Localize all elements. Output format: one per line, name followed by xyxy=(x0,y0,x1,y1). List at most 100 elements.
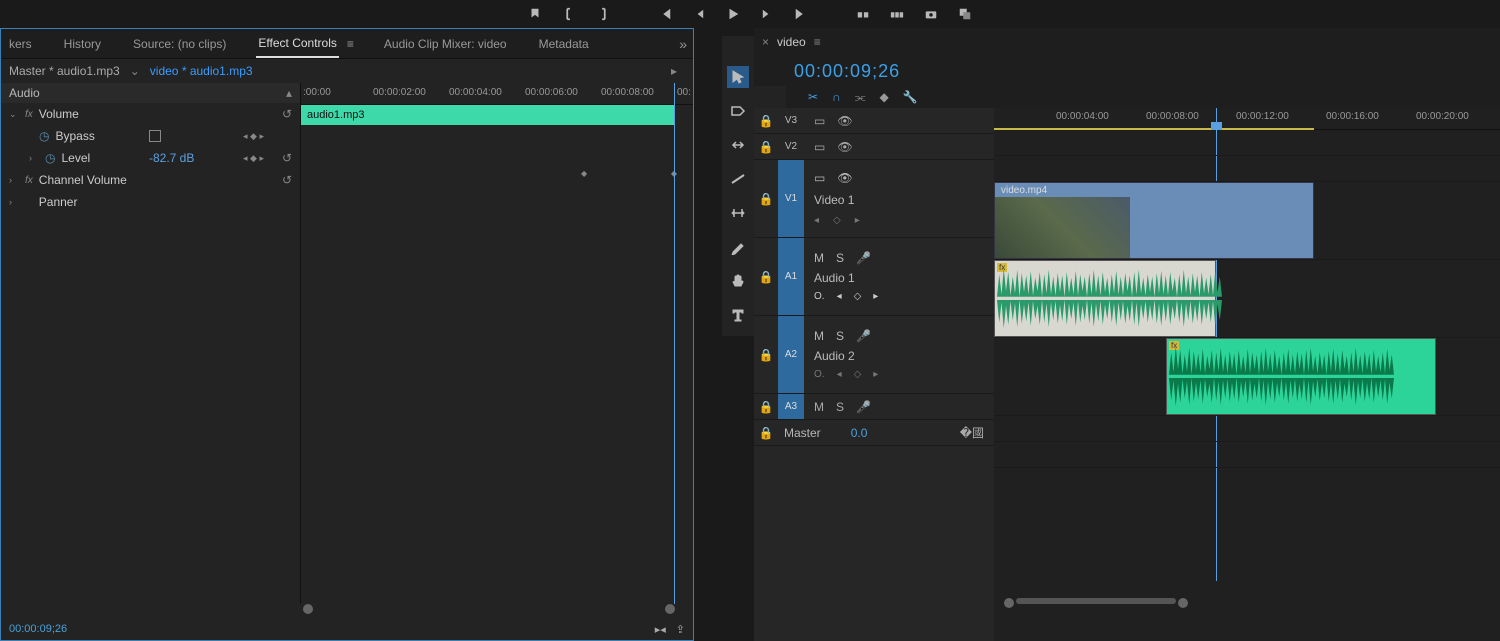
magnet-icon[interactable]: ∩ xyxy=(832,90,841,104)
link-icon[interactable]: ⫘ xyxy=(855,90,866,105)
mic-icon[interactable]: 🎤 xyxy=(856,251,871,265)
zoom-handle-right[interactable] xyxy=(665,604,675,614)
overlay-icon[interactable] xyxy=(957,6,973,22)
selection-tool[interactable] xyxy=(727,66,749,88)
ec-timecode[interactable]: 00:00:09;26 xyxy=(9,623,67,635)
lock-icon[interactable]: 🔒 xyxy=(754,270,778,284)
audio-header[interactable]: Audio ▴ xyxy=(1,83,300,103)
audio-clip-1[interactable]: fx xyxy=(994,260,1216,337)
mute-button[interactable]: M xyxy=(814,400,824,414)
tabs-overflow-icon[interactable]: » xyxy=(679,36,687,52)
collapse-icon[interactable]: ▴ xyxy=(286,86,292,100)
prop-volume[interactable]: ⌄fxVolume ↺ xyxy=(1,103,300,125)
lift-icon[interactable] xyxy=(855,6,871,22)
mic-icon[interactable]: 🎤 xyxy=(856,400,871,414)
close-tab-icon[interactable]: × xyxy=(762,35,769,49)
wrench-icon[interactable]: 🔧 xyxy=(903,90,918,104)
in-bracket-icon[interactable] xyxy=(561,6,577,22)
tab-markers[interactable]: kers xyxy=(7,31,34,57)
eye-icon[interactable]: 👁 xyxy=(837,140,852,154)
reset-icon[interactable]: ↺ xyxy=(282,173,292,187)
lock-icon[interactable]: 🔒 xyxy=(754,426,778,440)
eye-icon[interactable]: 👁 xyxy=(837,171,852,185)
mute-button[interactable]: M xyxy=(814,251,824,265)
tab-metadata[interactable]: Metadata xyxy=(537,31,591,57)
ec-playhead[interactable] xyxy=(674,83,675,604)
toggle-output-icon[interactable]: ▭ xyxy=(814,171,825,185)
master-clip-label[interactable]: Master * audio1.mp3 xyxy=(9,64,120,78)
lock-icon[interactable]: 🔒 xyxy=(754,400,778,414)
track-select-tool[interactable] xyxy=(727,100,749,122)
ripple-tool[interactable] xyxy=(727,134,749,156)
lock-icon[interactable]: 🔒 xyxy=(754,192,778,206)
solo-button[interactable]: S xyxy=(836,400,844,414)
video-clip[interactable]: video.mp4 xyxy=(994,182,1314,259)
tab-source[interactable]: Source: (no clips) xyxy=(131,31,228,57)
track-master[interactable]: 🔒 Master 0.0 �國 xyxy=(754,420,994,446)
prop-level[interactable]: ›◷Level -82.7 dB ◂ ◆ ▸ ↺ xyxy=(1,147,300,169)
tab-menu-icon[interactable]: ≡ xyxy=(347,37,354,51)
step-back-icon[interactable] xyxy=(691,6,707,22)
go-to-out-icon[interactable] xyxy=(793,6,809,22)
play-icon[interactable] xyxy=(725,6,741,22)
prop-bypass[interactable]: ◷Bypass ◂ ◆ ▸ xyxy=(1,125,300,147)
tab-effect-controls[interactable]: Effect Controls xyxy=(256,30,338,58)
track-v3[interactable]: 🔒 V3 ▭👁 xyxy=(754,108,994,134)
play-only-icon[interactable]: ▸ xyxy=(671,64,677,78)
solo-button[interactable]: S xyxy=(836,329,844,343)
lock-icon[interactable]: 🔒 xyxy=(754,348,778,362)
mute-button[interactable]: M xyxy=(814,329,824,343)
slip-tool[interactable] xyxy=(727,202,749,224)
track-a2[interactable]: 🔒 A2 MS🎤 Audio 2 O.◂◇▸ xyxy=(754,316,994,394)
expand-icon[interactable]: �國 xyxy=(960,424,984,441)
lock-icon[interactable]: 🔒 xyxy=(754,114,778,128)
rate-tool[interactable] xyxy=(727,168,749,190)
audio-clip-2[interactable]: fx xyxy=(1166,338,1436,415)
track-v2[interactable]: 🔒 V2 ▭👁 xyxy=(754,134,994,160)
effect-ruler[interactable]: :00:00 00:00:02:00 00:00:04:00 00:00:06:… xyxy=(301,83,693,105)
prop-channel-volume[interactable]: ›fxChannel Volume ↺ xyxy=(1,169,300,191)
toggle-output-icon[interactable]: ▭ xyxy=(814,114,825,128)
lock-icon[interactable]: 🔒 xyxy=(754,140,778,154)
seq-menu-icon[interactable]: ≡ xyxy=(814,35,821,49)
track-a3[interactable]: 🔒 A3 MS🎤 xyxy=(754,394,994,420)
timeline-timecode[interactable]: 00:00:09;26 xyxy=(794,61,900,82)
extract-icon[interactable] xyxy=(889,6,905,22)
effect-timeline[interactable]: :00:00 00:00:02:00 00:00:04:00 00:00:06:… xyxy=(301,83,693,604)
timeline-scrollbar[interactable] xyxy=(1004,598,1490,606)
mic-icon[interactable]: 🎤 xyxy=(856,329,871,343)
loop-icon[interactable]: ▸◂ xyxy=(655,623,666,636)
toggle-output-icon[interactable]: ▭ xyxy=(814,140,825,154)
type-tool[interactable] xyxy=(727,304,749,326)
zoom-handle-left[interactable] xyxy=(303,604,313,614)
level-value[interactable]: -82.7 dB xyxy=(149,151,194,165)
bypass-checkbox[interactable] xyxy=(149,130,161,142)
keyframe-nav[interactable]: ◂ ◆ ▸ xyxy=(243,153,264,164)
marker-icon[interactable] xyxy=(527,6,543,22)
reset-icon[interactable]: ↺ xyxy=(282,107,292,121)
pen-tool[interactable] xyxy=(727,236,749,258)
sequence-clip-label[interactable]: video * audio1.mp3 xyxy=(150,64,253,78)
track-a1[interactable]: 🔒 A1 MS🎤 Audio 1 O.◂◇▸ xyxy=(754,238,994,316)
scroll-thumb[interactable] xyxy=(1016,598,1176,604)
timeline-ruler[interactable]: 00:00:04:00 00:00:08:00 00:00:12:00 00:0… xyxy=(994,108,1500,130)
reset-icon[interactable]: ↺ xyxy=(282,151,292,165)
tab-audio-mixer[interactable]: Audio Clip Mixer: video xyxy=(382,31,509,57)
marker-add-icon[interactable]: ◆ xyxy=(880,90,889,104)
export-icon[interactable]: ⇪ xyxy=(676,623,685,636)
zoom-handle-right[interactable] xyxy=(1178,598,1188,608)
prop-panner[interactable]: ›fxPanner xyxy=(1,191,300,213)
snap-icon[interactable]: ✂ xyxy=(808,90,818,104)
ec-clip-bar[interactable]: audio1.mp3 xyxy=(301,105,675,125)
timeline-area[interactable]: 00:00:04:00 00:00:08:00 00:00:12:00 00:0… xyxy=(994,108,1500,641)
eye-icon[interactable]: 👁 xyxy=(837,114,852,128)
master-value[interactable]: 0.0 xyxy=(851,426,868,440)
go-to-in-icon[interactable] xyxy=(657,6,673,22)
keyframe-diamond-icon[interactable]: ◆ xyxy=(581,169,587,178)
tab-history[interactable]: History xyxy=(62,31,103,57)
sequence-tab[interactable]: video xyxy=(777,35,806,49)
track-v1[interactable]: 🔒 V1 ▭👁 Video 1 ◂◇▸ xyxy=(754,160,994,238)
hand-tool[interactable] xyxy=(727,270,749,292)
keyframe-nav[interactable]: ◂ ◆ ▸ xyxy=(243,131,264,142)
zoom-handle-left[interactable] xyxy=(1004,598,1014,608)
